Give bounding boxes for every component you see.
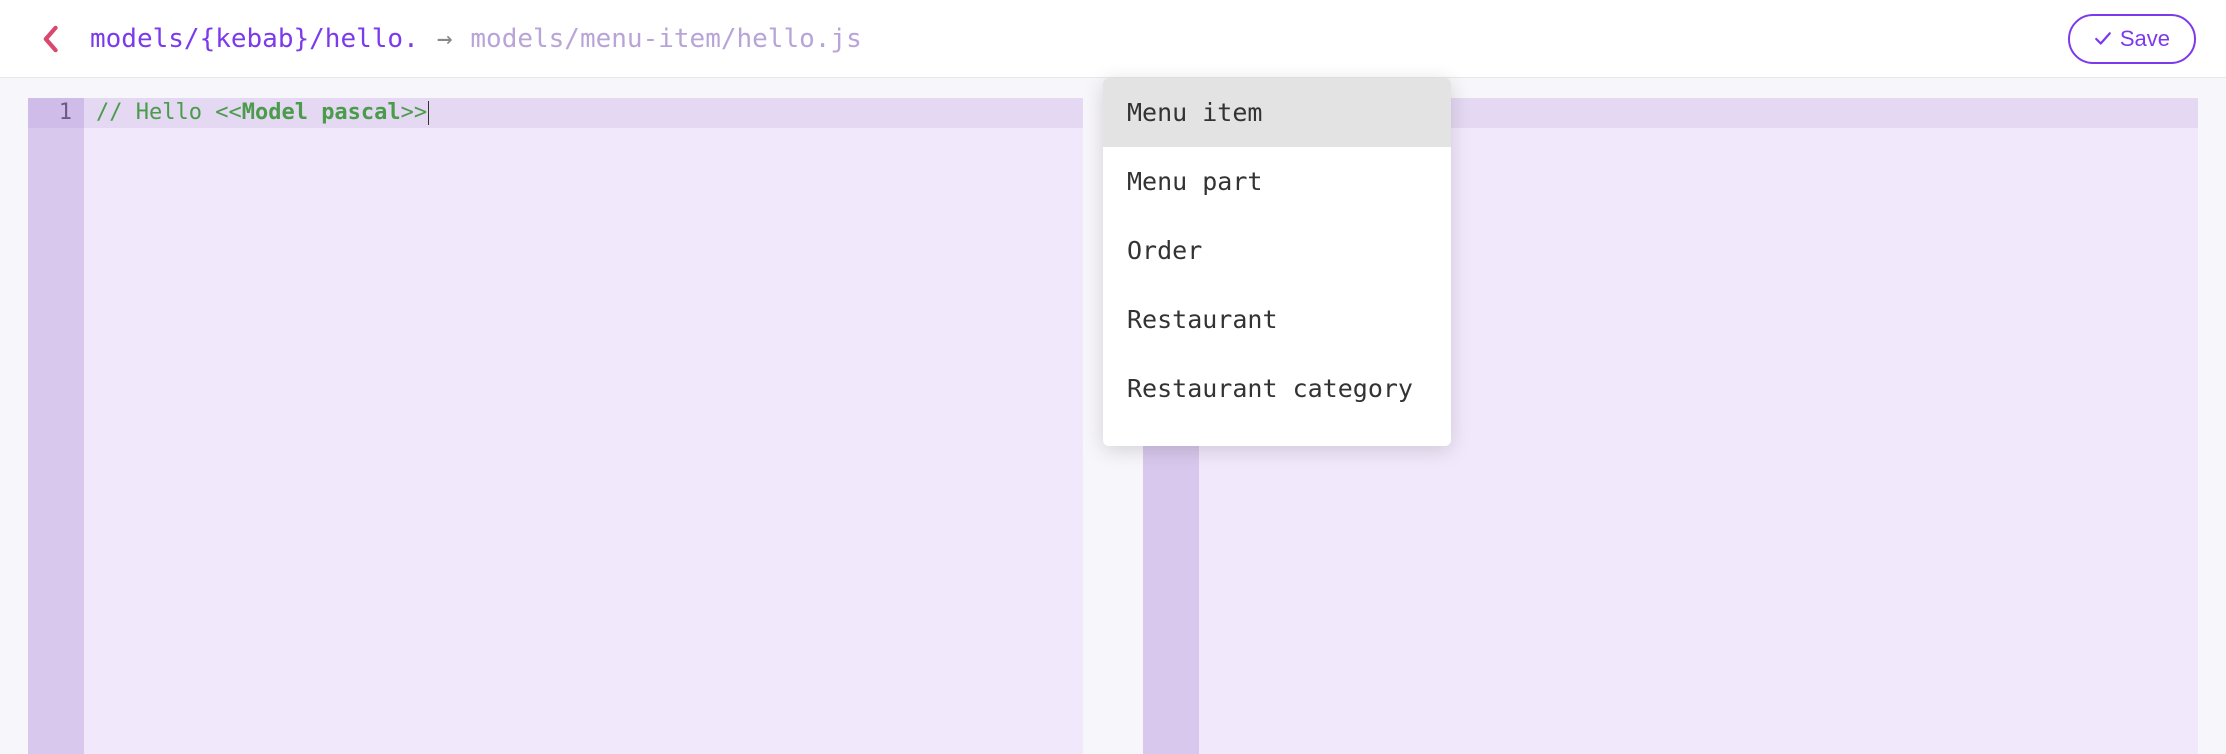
editor-body: 1 // Hello <<Model pascal>> 1 // Hello M… [0, 78, 2226, 754]
editor-line[interactable]: 1 // Hello <<Model pascal>> [28, 98, 1083, 128]
back-button[interactable] [30, 19, 70, 59]
breadcrumb-target-path: models/menu-item/hello.js [470, 24, 861, 54]
breadcrumb-source-path: models/{kebab}/hello. [90, 24, 419, 54]
line-number: 1 [28, 98, 84, 128]
model-select-dropdown[interactable]: Menu item Menu part Order Restaurant Res… [1103, 78, 1451, 446]
save-button[interactable]: Save [2068, 14, 2196, 64]
editor-empty-area[interactable] [28, 128, 1083, 754]
save-button-label: Save [2120, 26, 2170, 52]
gutter [28, 128, 84, 754]
check-icon [2094, 30, 2112, 48]
header-bar: models/{kebab}/hello. → models/menu-item… [0, 0, 2226, 78]
dropdown-item-menu-part[interactable]: Menu part [1103, 147, 1451, 216]
dropdown-item-order[interactable]: Order [1103, 216, 1451, 285]
arrow-right-icon: → [437, 24, 453, 54]
chevron-left-icon [40, 25, 60, 53]
dropdown-item-restaurant[interactable]: Restaurant [1103, 285, 1451, 354]
code-comment: // Hello <<Model pascal>> [96, 98, 427, 128]
dropdown-item-restaurant-category[interactable]: Restaurant category [1103, 354, 1451, 423]
text-cursor [428, 101, 429, 125]
dropdown-item-menu-item[interactable]: Menu item [1103, 78, 1451, 147]
code-content[interactable]: // Hello <<Model pascal>> [84, 98, 429, 128]
source-editor-pane[interactable]: 1 // Hello <<Model pascal>> [28, 98, 1083, 754]
breadcrumb: models/{kebab}/hello. → models/menu-item… [90, 24, 862, 54]
